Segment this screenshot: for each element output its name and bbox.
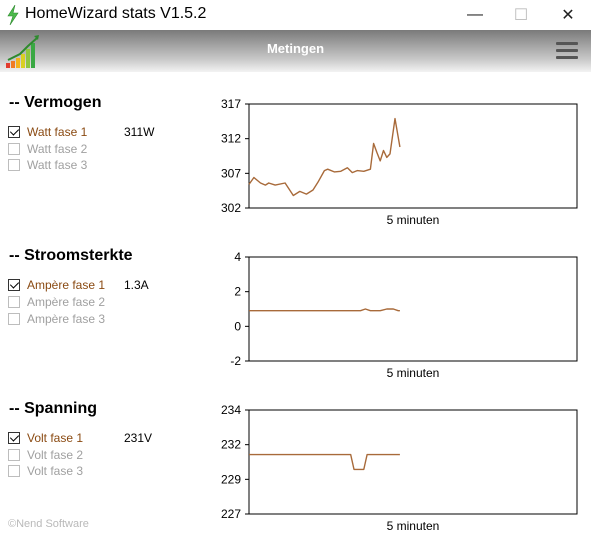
checkbox-label: Ampère fase 3 xyxy=(27,312,106,326)
checkbox-label: Volt fase 1 xyxy=(27,431,84,445)
close-button[interactable]: ✕ xyxy=(545,0,591,30)
checkbox-watt-fase-1[interactable]: Watt fase 1 xyxy=(8,124,87,140)
minimize-button[interactable]: — xyxy=(452,0,498,30)
checkbox-box[interactable] xyxy=(8,432,20,444)
checkbox-label: Watt fase 3 xyxy=(27,158,88,172)
checkbox-box[interactable] xyxy=(8,465,20,477)
plot-area xyxy=(248,256,578,362)
checkbox-box[interactable] xyxy=(8,279,20,291)
checkbox-label: Ampère fase 1 xyxy=(27,278,106,292)
lightning-app-icon xyxy=(7,5,19,25)
checkbox-watt-fase-2[interactable]: Watt fase 2 xyxy=(8,141,87,157)
checkbox-watt-fase-3[interactable]: Watt fase 3 xyxy=(8,157,87,173)
checkbox-label: Volt fase 3 xyxy=(27,464,84,478)
chart-vermogen: 317 312 307 302 5 minuten xyxy=(221,97,578,227)
reading-vermogen: 311W xyxy=(124,125,155,139)
checkbox-box[interactable] xyxy=(8,159,20,171)
window-titlebar: HomeWizard stats V1.5.2 — ☐ ✕ xyxy=(0,0,591,30)
section-title-spanning: -- Spanning xyxy=(9,400,97,417)
checkbox-ampere-fase-3[interactable]: Ampère fase 3 xyxy=(8,311,105,327)
y-tick-label: 312 xyxy=(221,132,241,146)
y-tick-label: -2 xyxy=(230,354,241,368)
checkbox-box[interactable] xyxy=(8,296,20,308)
checkbox-label: Ampère fase 2 xyxy=(27,295,106,309)
checkbox-label: Watt fase 1 xyxy=(27,125,88,139)
window-title: HomeWizard stats V1.5.2 xyxy=(25,5,207,22)
reading-stroomsterkte: 1.3A xyxy=(124,278,149,292)
y-tick-label: 2 xyxy=(234,285,241,299)
y-tick-label: 4 xyxy=(234,250,241,264)
x-axis-label: 5 minuten xyxy=(387,519,440,533)
checkbox-label: Watt fase 2 xyxy=(27,142,88,156)
section-title-vermogen: -- Vermogen xyxy=(9,94,102,111)
reading-spanning: 231V xyxy=(124,431,153,445)
y-tick-label: 0 xyxy=(234,319,241,333)
chart-stroomsterkte: 4 2 0 -2 5 minuten xyxy=(230,250,578,380)
page-title: Metingen xyxy=(266,41,325,56)
y-tick-label: 317 xyxy=(221,97,241,111)
x-axis-label: 5 minuten xyxy=(387,366,440,380)
app-header: Metingen xyxy=(0,30,591,72)
plot-area xyxy=(248,409,578,515)
y-tick-label: 229 xyxy=(221,472,241,486)
y-tick-label: 302 xyxy=(221,201,241,215)
checkbox-volt-fase-3[interactable]: Volt fase 3 xyxy=(8,463,83,479)
checkbox-label: Volt fase 2 xyxy=(27,448,84,462)
footer-text: Nend Software xyxy=(16,518,89,530)
y-tick-label: 227 xyxy=(221,507,241,521)
checkbox-ampere-fase-1[interactable]: Ampère fase 1 xyxy=(8,277,105,293)
hamburger-menu-icon[interactable] xyxy=(556,42,578,60)
checkbox-box[interactable] xyxy=(8,449,20,461)
checkbox-box[interactable] xyxy=(8,126,20,138)
checkbox-volt-fase-2[interactable]: Volt fase 2 xyxy=(8,447,83,463)
y-tick-label: 234 xyxy=(221,403,241,417)
y-tick-label: 232 xyxy=(221,438,241,452)
checkbox-box[interactable] xyxy=(8,143,20,155)
maximize-button[interactable]: ☐ xyxy=(498,0,544,30)
chart-spanning: 234 232 229 227 5 minuten xyxy=(221,403,578,533)
section-title-stroomsterkte: -- Stroomsterkte xyxy=(9,247,133,264)
footer-credit: ©Nend Software xyxy=(8,518,89,530)
y-tick-label: 307 xyxy=(221,166,241,180)
checkbox-ampere-fase-2[interactable]: Ampère fase 2 xyxy=(8,294,105,310)
x-axis-label: 5 minuten xyxy=(387,213,440,227)
checkbox-box[interactable] xyxy=(8,313,20,325)
checkbox-volt-fase-1[interactable]: Volt fase 1 xyxy=(8,430,83,446)
